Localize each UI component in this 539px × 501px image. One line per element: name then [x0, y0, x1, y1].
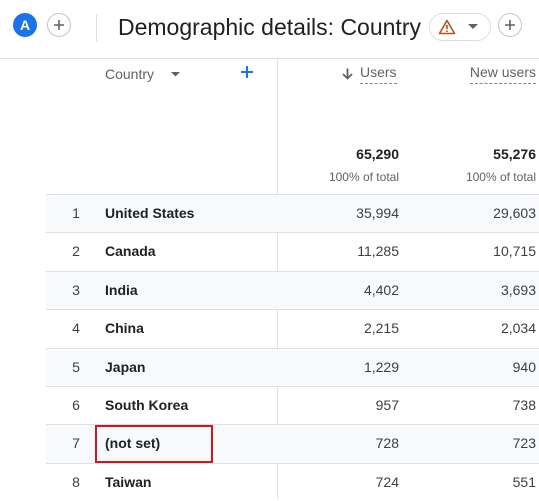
users-header-label: Users: [360, 64, 397, 84]
users-total: 65,290: [356, 146, 399, 162]
users-total-percent: 100% of total: [328, 170, 399, 184]
new-users-total: 55,276: [493, 146, 536, 162]
new-users-total-percent: 100% of total: [465, 170, 536, 184]
users-cell: 957: [375, 396, 399, 413]
row-index: 3: [72, 281, 80, 298]
row-index: 5: [72, 358, 80, 375]
new-users-cell: 3,693: [500, 281, 536, 298]
users-cell: 724: [375, 473, 399, 490]
new-users-cell: 29,603: [493, 205, 536, 221]
add-dimension-icon[interactable]: [239, 64, 255, 80]
add-button[interactable]: [498, 13, 522, 37]
header-divider: [96, 14, 97, 42]
country-cell: Taiwan: [105, 473, 152, 490]
table-row[interactable]: 1 United States 35,994 29,603: [46, 194, 539, 233]
users-cell: 728: [375, 435, 399, 452]
users-cell: 11,285: [357, 243, 399, 260]
row-index: 1: [72, 205, 80, 221]
add-comparison-button[interactable]: [47, 13, 71, 37]
table-row[interactable]: 6 South Korea 957 738: [46, 385, 539, 424]
new-users-cell: 551: [512, 473, 536, 490]
users-cell: 2,215: [363, 320, 399, 337]
warning-icon: [438, 19, 456, 35]
row-index: 2: [72, 243, 80, 260]
users-column-header[interactable]: Users: [342, 64, 397, 84]
row-index: 6: [72, 396, 80, 413]
comparison-avatar[interactable]: A: [13, 13, 37, 37]
new-users-cell: 940: [512, 358, 536, 375]
plus-icon: [54, 20, 64, 30]
country-cell: India: [105, 281, 138, 298]
report-header: A Demographic details: Country: [0, 0, 539, 56]
table-row[interactable]: 2 Canada 11,285 10,715: [46, 232, 539, 270]
country-cell: United States: [105, 205, 195, 221]
data-quality-warning-button[interactable]: [429, 13, 491, 41]
new-users-cell: 723: [512, 435, 536, 452]
sort-arrow-down-icon: [342, 68, 353, 80]
country-cell: China: [105, 320, 144, 337]
page-title: Demographic details: Country: [118, 14, 421, 40]
new-users-column-header[interactable]: New users: [469, 64, 536, 84]
plus-icon: [505, 20, 515, 30]
table-row-highlighted[interactable]: 7 (not set) 728 723: [46, 424, 539, 464]
table-row[interactable]: 3 India 4,402 3,693: [46, 270, 539, 310]
dimension-dropdown-icon[interactable]: [171, 72, 180, 77]
country-column-header[interactable]: Country: [105, 66, 154, 82]
row-index: 8: [72, 473, 80, 490]
users-cell: 35,994: [356, 205, 399, 221]
new-users-cell: 10,715: [493, 243, 536, 260]
table-body: 1 United States 35,994 29,603 2 Canada 1…: [46, 194, 539, 501]
row-index: 4: [72, 320, 80, 337]
country-cell: (not set): [94, 425, 214, 464]
table-row[interactable]: 8 Taiwan 724 551: [46, 462, 539, 501]
chevron-down-icon: [468, 24, 478, 29]
new-users-cell: 2,034: [500, 320, 536, 337]
new-users-cell: 738: [512, 396, 536, 413]
table-row[interactable]: 5 Japan 1,229 940: [46, 347, 539, 386]
avatar-letter: A: [19, 17, 31, 33]
country-cell: Japan: [105, 358, 146, 375]
country-cell: Canada: [105, 243, 156, 260]
new-users-header-label: New users: [469, 64, 536, 84]
users-cell: 1,229: [363, 358, 399, 375]
table-row[interactable]: 4 China 2,215 2,034: [46, 309, 539, 347]
country-cell: South Korea: [105, 396, 189, 413]
users-cell: 4,402: [363, 281, 399, 298]
